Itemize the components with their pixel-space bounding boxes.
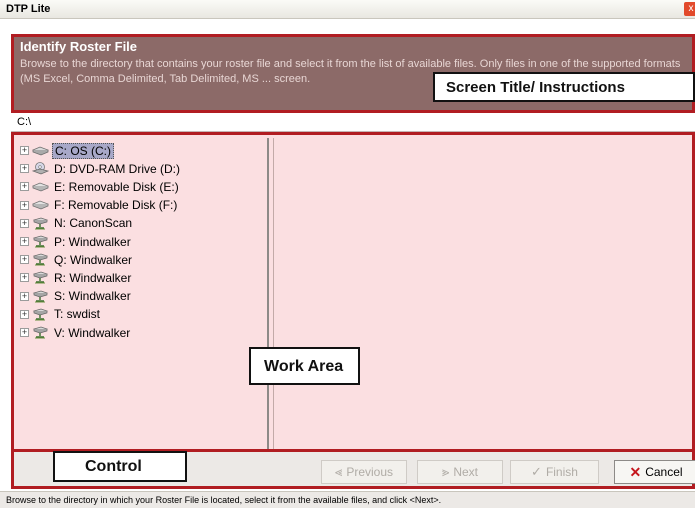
expand-plus-icon[interactable]: + xyxy=(20,164,29,174)
next-button[interactable]: ⪢ Next xyxy=(417,460,503,484)
expand-plus-icon[interactable]: + xyxy=(20,200,29,210)
drive-tree-item-label: R: Windwalker xyxy=(54,270,132,285)
expand-plus-icon[interactable]: + xyxy=(20,309,29,319)
drive-tree-item[interactable]: + S: Windwalker xyxy=(20,288,133,305)
drive-tree-item[interactable]: + T: swdist xyxy=(20,306,102,323)
drive-tree-item[interactable]: + P: Windwalker xyxy=(20,233,133,250)
status-text: Browse to the directory in which your Ro… xyxy=(6,495,442,505)
callout-control: Control xyxy=(53,451,187,482)
finish-button-label: Finish xyxy=(545,465,578,479)
network-drive-icon xyxy=(32,235,49,248)
finish-button[interactable]: ✓ Finish xyxy=(510,460,599,484)
close-icon[interactable]: x xyxy=(684,2,695,16)
current-path: C:\ xyxy=(11,113,695,132)
expand-plus-icon[interactable]: + xyxy=(20,237,29,246)
next-button-label: Next xyxy=(453,465,479,479)
cancel-button-label: Cancel xyxy=(645,465,683,479)
drive-tree-item-label: E: Removable Disk (E:) xyxy=(54,179,179,194)
drive-tree-item[interactable]: + Q: Windwalker xyxy=(20,251,134,268)
previous-button-label: Previous xyxy=(346,465,394,479)
removable-disk-icon xyxy=(32,199,49,211)
drive-tree-item[interactable]: + F: Removable Disk (F:) xyxy=(20,197,179,214)
screen-title: Identify Roster File xyxy=(20,39,138,54)
expand-plus-icon[interactable]: + xyxy=(20,182,29,192)
drive-tree-item[interactable]: + D: DVD-RAM Drive (D:) xyxy=(20,160,182,177)
forward-arrow-icon: ⪢ xyxy=(441,464,450,479)
cancel-button[interactable]: ✕ Cancel xyxy=(614,460,695,484)
checkmark-icon: ✓ xyxy=(531,464,542,479)
file-list-pane[interactable] xyxy=(273,138,691,449)
expand-plus-icon[interactable]: + xyxy=(20,218,29,228)
expand-plus-icon[interactable]: + xyxy=(20,273,29,283)
app-title: DTP Lite xyxy=(6,3,51,15)
expand-plus-icon[interactable]: + xyxy=(20,255,29,265)
removable-disk-icon xyxy=(32,181,49,193)
drive-tree-item[interactable]: + E: Removable Disk (E:) xyxy=(20,178,181,195)
work-area: + C: OS (C:) + D: DVD-RAM Drive (D:) + E: Rem… xyxy=(11,132,695,452)
previous-button[interactable]: ⪡ Previous xyxy=(321,460,407,484)
network-drive-icon xyxy=(32,253,49,266)
network-drive-icon xyxy=(32,272,49,284)
expand-plus-icon[interactable]: + xyxy=(20,146,29,155)
callout-work-area: Work Area xyxy=(249,347,360,385)
drive-tree-item[interactable]: + C: OS (C:) xyxy=(20,142,114,159)
drive-tree-item-label: T: swdist xyxy=(54,307,101,322)
network-drive-icon xyxy=(32,308,49,321)
drive-tree-item-label: P: Windwalker xyxy=(54,234,131,249)
current-path-text: C:\ xyxy=(17,116,32,128)
drive-tree-item[interactable]: + R: Windwalker xyxy=(20,269,133,286)
drive-tree-item-label: V: Windwalker xyxy=(54,325,131,340)
cancel-x-icon: ✕ xyxy=(629,463,642,480)
drive-tree-item-label: F: Removable Disk (F:) xyxy=(54,198,178,213)
expand-plus-icon[interactable]: + xyxy=(20,291,29,301)
window-titlebar: DTP Lite x xyxy=(0,0,695,19)
network-drive-icon xyxy=(32,290,49,303)
drive-tree-item[interactable]: + V: Windwalker xyxy=(20,324,132,341)
drive-tree-item[interactable]: + N: CanonScan xyxy=(20,215,134,232)
drive-tree-item-label: S: Windwalker xyxy=(54,289,131,304)
drive-tree-item-label: Q: Windwalker xyxy=(54,252,133,267)
network-drive-icon xyxy=(32,326,49,339)
network-drive-icon xyxy=(32,217,49,230)
hard-drive-icon xyxy=(32,145,49,157)
callout-screen-title: Screen Title/ Instructions xyxy=(433,72,695,102)
drive-tree-pane[interactable]: + C: OS (C:) + D: DVD-RAM Drive (D:) + E: Rem… xyxy=(17,138,269,449)
expand-plus-icon[interactable]: + xyxy=(20,328,29,337)
status-bar: Browse to the directory in which your Ro… xyxy=(0,491,695,508)
drive-tree-item-label: D: DVD-RAM Drive (D:) xyxy=(54,161,180,176)
drive-tree-item-label: N: CanonScan xyxy=(54,216,133,231)
drive-tree-item-label: C: OS (C:) xyxy=(52,142,114,159)
dvd-drive-icon xyxy=(32,162,49,175)
back-arrow-icon: ⪡ xyxy=(334,464,343,479)
